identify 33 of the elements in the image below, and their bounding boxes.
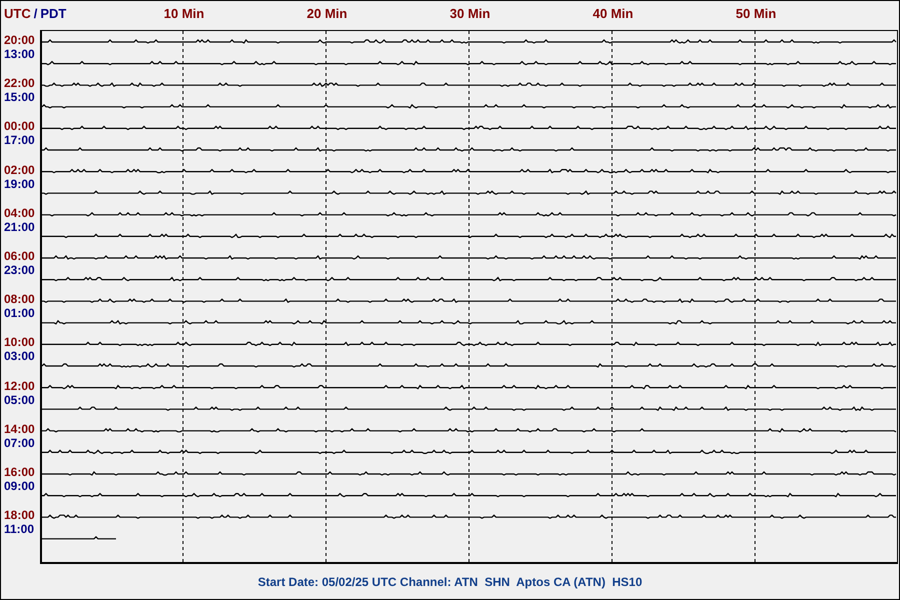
label-separator: /: [34, 5, 38, 23]
local-hour-label: 01:00: [4, 307, 35, 320]
utc-hour-label: 00:00: [4, 120, 35, 132]
local-hour-label: 15:00: [4, 91, 35, 104]
utc-hour-label: 12:00: [4, 380, 35, 392]
utc-hour-label: 10:00: [4, 336, 35, 348]
local-hour-label: 07:00: [4, 436, 35, 449]
local-hour-label: 05:00: [4, 394, 35, 406]
local-hour-label: 11:00: [4, 523, 34, 536]
time-axis-label: 20 Min: [306, 5, 348, 23]
local-hour-label: 09:00: [4, 480, 35, 492]
utc-hour-label: 06:00: [4, 250, 35, 262]
utc-hour-label: 14:00: [4, 422, 35, 435]
utc-hour-label: 16:00: [4, 466, 35, 478]
utc-hour-label: 18:00: [4, 509, 35, 522]
local-hour-label: 21:00: [4, 220, 35, 233]
utc-label: UTC: [4, 5, 31, 23]
utc-hour-label: 04:00: [4, 206, 35, 219]
local-hour-label: 17:00: [4, 134, 35, 146]
local-hour-label: 13:00: [4, 48, 35, 60]
time-axis-label: 50 Min: [736, 5, 776, 23]
local-time-label: PDT: [40, 5, 66, 23]
footer-caption: Start Date: 05/02/25 UTC Channel: ATN SHN Aptos CA (ATN) HS10: [258, 574, 642, 590]
utc-hour-label: 20:00: [4, 34, 35, 46]
local-hour-label: 23:00: [4, 264, 35, 276]
time-axis-label: 40 Min: [592, 5, 634, 23]
utc-hour-label: 08:00: [4, 293, 35, 306]
time-axis-label: 10 Min: [164, 5, 204, 23]
local-hour-label: 03:00: [4, 350, 35, 362]
utc-hour-label: 22:00: [4, 77, 35, 90]
utc-hour-label: 02:00: [4, 164, 35, 176]
local-hour-label: 19:00: [4, 178, 35, 190]
time-axis-label: 30 Min: [450, 5, 490, 23]
